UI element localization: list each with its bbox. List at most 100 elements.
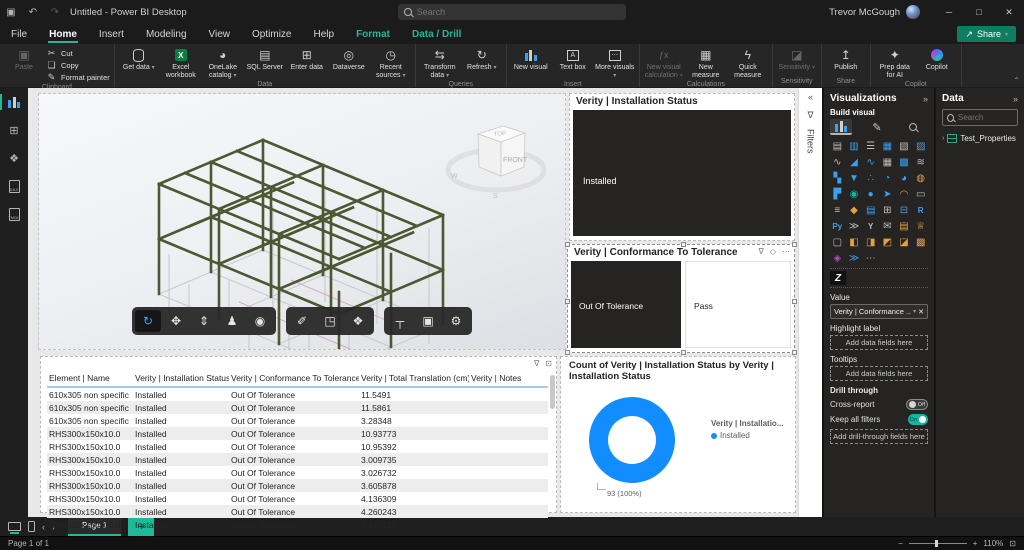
pass-tile[interactable]: Pass (685, 261, 791, 348)
dataverse-button[interactable]: ◎Dataverse (329, 46, 369, 72)
visual-type-icon[interactable]: ◨ (863, 235, 878, 250)
zoom-extents-tool-button[interactable]: ⇕ (191, 310, 217, 332)
report-canvas[interactable]: W S E TOP FRONT ↻✥⇕♟◉✐◳❖┬▣⚙ Verity | Ins… (28, 88, 798, 517)
visual-type-icon[interactable]: Y (863, 219, 878, 234)
installation-status-visual[interactable]: Verity | Installation Status Installed (569, 93, 795, 241)
filters-pane-label[interactable]: Filters (806, 129, 816, 154)
measure-tool-button[interactable]: ✐ (289, 310, 315, 332)
menu-modeling[interactable]: Modeling (135, 24, 198, 44)
quick-measure-button[interactable]: ϟQuick measure (728, 46, 768, 80)
visual-type-icon[interactable]: ⋯ (863, 251, 878, 266)
donut-chart-visual[interactable]: Count of Verity | Installation Status by… (560, 356, 796, 513)
previous-page-icon[interactable]: ‹ (42, 522, 45, 532)
user-name[interactable]: Trevor McGough (829, 7, 900, 18)
keep-filters-toggle[interactable]: On (908, 414, 928, 425)
cross-report-toggle[interactable]: Off (906, 399, 928, 410)
visual-type-icon[interactable]: ▩ (897, 155, 912, 170)
search-input[interactable] (417, 7, 620, 17)
expand-pane-icon[interactable]: « (808, 92, 813, 102)
visual-type-icon[interactable]: ▤ (897, 219, 912, 234)
orbit-tool-button[interactable]: ↻ (135, 310, 161, 332)
section-tool-button[interactable]: ◳ (317, 310, 343, 332)
camera-tool-button[interactable]: ◉ (247, 310, 273, 332)
data-search[interactable] (942, 109, 1018, 126)
more-options-icon[interactable]: ⋯ (782, 247, 790, 256)
collapse-pane-icon[interactable]: » (923, 94, 928, 104)
mobile-view-icon[interactable] (28, 521, 35, 532)
table-row[interactable]: 610x305 non specificInstalledOut Of Tole… (47, 387, 548, 401)
visual-type-icon[interactable]: ➤ (880, 187, 895, 202)
visual-type-icon[interactable]: ∿ (830, 155, 845, 170)
table-row[interactable]: RHS300x150x10.0InstalledOut Of Tolerance… (47, 479, 548, 492)
visual-type-icon[interactable]: ◆ (847, 203, 862, 218)
nav-model-view[interactable]: ❖ (5, 150, 23, 166)
menu-view[interactable]: View (198, 24, 242, 44)
visual-type-icon[interactable]: ▭ (913, 187, 928, 202)
visual-type-icon[interactable]: ● (863, 187, 878, 202)
more-visuals-button[interactable]: ⋯More visuals ▾ (595, 46, 635, 80)
chevron-down-icon[interactable]: ▾ (913, 308, 916, 315)
visual-type-icon[interactable]: ≫ (847, 251, 862, 266)
visual-type-icon[interactable]: ▤ (830, 139, 845, 154)
save-icon[interactable]: ▣ (0, 7, 22, 18)
refresh-button[interactable]: ↻Refresh ▾ (462, 46, 502, 72)
prep-data-for-ai-button[interactable]: ✦Prep data for AI (875, 46, 915, 80)
column-header[interactable]: Verity | Installation Status (133, 371, 229, 387)
tab-format-visual[interactable]: ✎ (866, 119, 888, 135)
copilot-button[interactable]: Copilot (917, 46, 957, 72)
menu-help[interactable]: Help (302, 24, 345, 44)
redo-icon[interactable]: ↷ (44, 7, 66, 18)
field-table-item[interactable]: › Test_Properties (942, 134, 1018, 143)
data-table[interactable]: Element | NameVerity | Installation Stat… (47, 371, 548, 531)
tooltips-field-well[interactable]: Add data fields here (830, 366, 928, 381)
tab-analytics[interactable] (902, 119, 924, 135)
visual-type-icon[interactable]: ◪ (897, 235, 912, 250)
visual-type-icon[interactable]: ◈ (830, 251, 845, 266)
visual-type-icon[interactable]: ▛ (830, 187, 845, 202)
visual-type-icon[interactable]: ◩ (880, 235, 895, 250)
column-header[interactable]: Element | Name (47, 371, 133, 387)
table-scrollbar[interactable] (550, 375, 555, 409)
visual-type-icon[interactable]: ◠ (897, 187, 912, 202)
view-cube[interactable]: W S E TOP FRONT (441, 112, 551, 204)
format-painter-button[interactable]: ✎Format painter (46, 72, 110, 83)
donut-ring[interactable] (589, 397, 675, 483)
visual-type-icon[interactable]: Py (830, 219, 845, 234)
visual-type-icon[interactable]: R (913, 203, 928, 218)
ribbon-collapse-icon[interactable]: ⌃ (1013, 76, 1020, 85)
legend-item[interactable]: Installed (711, 431, 789, 440)
new-visual-button[interactable]: New visual (511, 46, 551, 72)
fit-to-page-icon[interactable]: ⊡ (1009, 539, 1016, 548)
visual-type-icon[interactable]: ▨ (913, 139, 928, 154)
table-row[interactable]: RHS300x150x10.0InstalledOut Of Tolerance… (47, 453, 548, 466)
eraser-icon[interactable]: ◇ (770, 247, 776, 256)
drill-through-field-well[interactable]: Add drill-through fields here (830, 429, 928, 444)
visual-type-icon[interactable]: ◧ (847, 235, 862, 250)
transform-data-button[interactable]: ⇆Transform data ▾ (420, 46, 460, 80)
table-row[interactable]: RHS300x150x10.0InstalledOut Of Tolerance… (47, 427, 548, 440)
maximize-button[interactable]: □ (964, 0, 994, 24)
data-search-input[interactable] (958, 113, 1013, 122)
model-3d-visual[interactable]: W S E TOP FRONT ↻✥⇕♟◉✐◳❖┬▣⚙ (38, 93, 566, 350)
out-of-tolerance-tile[interactable]: Out Of Tolerance (571, 261, 681, 348)
visual-type-icon[interactable]: ⊞ (880, 203, 895, 218)
visual-type-icon[interactable]: ▦ (880, 139, 895, 154)
table-visual[interactable]: ∇ ⊡ Element | NameVerity | Installation … (40, 356, 557, 513)
global-search[interactable] (398, 4, 626, 20)
walk-tool-button[interactable]: ♟ (219, 310, 245, 332)
visual-type-icon[interactable]: ☰ (863, 139, 878, 154)
visual-type-icon[interactable]: ≋ (913, 155, 928, 170)
remove-field-icon[interactable]: ✕ (918, 308, 924, 316)
cut-button[interactable]: ✂Cut (46, 48, 110, 59)
nav-dax-query-view[interactable]: DAX (5, 178, 23, 194)
table-row[interactable]: RHS300x150x10.0InstalledOut Of Tolerance… (47, 440, 548, 453)
visual-type-icon[interactable]: ▤ (863, 203, 878, 218)
visual-type-icon[interactable]: ▢ (830, 235, 845, 250)
undo-icon[interactable]: ↶ (22, 7, 44, 18)
visual-type-icon[interactable]: ∴ (863, 171, 878, 186)
close-button[interactable]: ✕ (994, 0, 1024, 24)
onelake-catalog-button[interactable]: ◕OneLake catalog ▾ (203, 46, 243, 80)
model-tree-tool-button[interactable]: ┬ (387, 310, 413, 332)
nav-table-view[interactable]: ⊞ (5, 122, 23, 138)
minimize-button[interactable]: ─ (934, 0, 964, 24)
